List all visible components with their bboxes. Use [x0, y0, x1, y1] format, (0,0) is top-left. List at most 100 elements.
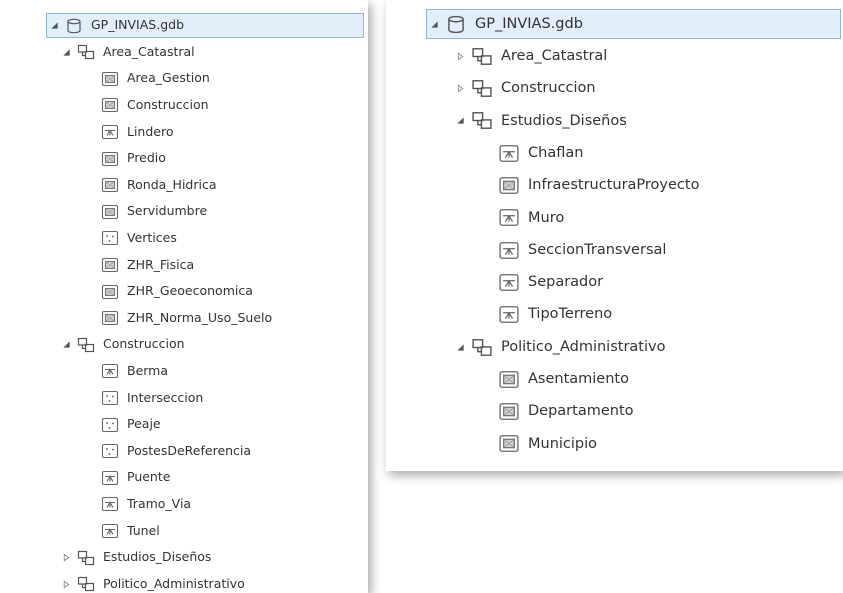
expanded-triangle-icon[interactable]	[427, 17, 441, 31]
polygon-feature-class-icon	[101, 257, 119, 273]
expanded-triangle-icon[interactable]	[47, 19, 61, 33]
feature-class-chaflan[interactable]: Chaflan	[498, 138, 583, 168]
tree-root-gp-invias-gdb[interactable]: GP_INVIAS.gdb	[426, 9, 841, 39]
tree-item-label: TipoTerreno	[528, 306, 613, 323]
expanded-triangle-icon[interactable]	[453, 340, 467, 354]
catalog-tree-panel-left: GP_INVIAS.gdb Area_Catastral Area_Gestion C…	[0, 0, 368, 593]
collapsed-triangle-icon[interactable]	[59, 551, 73, 565]
dataset-politico-administrativo[interactable]: Politico_Administrativo	[453, 332, 665, 362]
feature-class-separador[interactable]: Separador	[498, 267, 603, 297]
dataset-construccion[interactable]: Construccion	[59, 332, 185, 357]
feature-class-departamento[interactable]: Departamento	[498, 397, 634, 427]
feature-class-zhr-fisica[interactable]: ZHR_Fisica	[101, 252, 194, 277]
dataset-area-catastral[interactable]: Area_Catastral	[453, 41, 607, 71]
polygon-feature-class-icon	[101, 71, 119, 87]
line-feature-class-icon	[101, 523, 119, 539]
feature-class-infraestructuraproyecto[interactable]: InfraestructuraProyecto	[498, 171, 699, 201]
tree-item-label: Construccion	[103, 336, 185, 352]
collapsed-triangle-icon[interactable]	[453, 82, 467, 96]
feature-class-puente[interactable]: Puente	[101, 465, 170, 490]
feature-class-secciontransversal[interactable]: SeccionTransversal	[498, 235, 666, 265]
tree-item-label: Estudios_Diseños	[103, 549, 212, 565]
feature-dataset-icon	[77, 337, 95, 353]
collapsed-triangle-icon[interactable]	[453, 49, 467, 63]
polygon-feature-class-icon	[101, 204, 119, 220]
tree-item-label: Estudios_Diseños	[501, 112, 627, 129]
feature-dataset-icon	[471, 79, 493, 98]
feature-class-postesdereferencia[interactable]: PostesDeReferencia	[101, 439, 251, 464]
screenshot-stage: GP_INVIAS.gdb Area_Catastral Area_Gestion C…	[0, 0, 843, 593]
feature-class-interseccion[interactable]: Interseccion	[101, 385, 203, 410]
feature-class-servidumbre[interactable]: Servidumbre	[101, 199, 207, 224]
expanded-triangle-icon[interactable]	[453, 114, 467, 128]
feature-class-muro[interactable]: Muro	[498, 203, 564, 233]
collapsed-triangle-icon[interactable]	[59, 577, 73, 591]
point-feature-class-icon	[101, 390, 119, 406]
tree-item-label: GP_INVIAS.gdb	[91, 17, 185, 33]
point-feature-class-icon	[101, 417, 119, 433]
feature-class-lindero[interactable]: Lindero	[101, 119, 174, 144]
line-feature-class-icon	[498, 208, 520, 227]
tree-item-label: Politico_Administrativo	[103, 575, 245, 591]
feature-class-berma[interactable]: Berma	[101, 359, 168, 384]
catalog-tree-panel-right: GP_INVIAS.gdb Area_Catastral Construccion E…	[386, 0, 843, 471]
dataset-estudios-disenos[interactable]: Estudios_Diseños	[453, 106, 627, 136]
feature-class-municipio[interactable]: Municipio	[498, 429, 597, 459]
feature-dataset-icon	[471, 338, 493, 357]
tree-item-label: Puente	[127, 469, 171, 485]
dataset-construccion[interactable]: Construccion	[453, 74, 596, 104]
feature-class-zhr-norma-uso-suelo[interactable]: ZHR_Norma_Uso_Suelo	[101, 306, 272, 331]
tree-item-label: Servidumbre	[127, 203, 208, 219]
feature-dataset-icon	[471, 111, 493, 130]
tree-item-label: SeccionTransversal	[528, 241, 667, 258]
dataset-area-catastral[interactable]: Area_Catastral	[59, 40, 195, 65]
tree-item-label: Separador	[528, 274, 604, 291]
database-icon	[445, 15, 467, 34]
polygon-feature-class-icon	[101, 284, 119, 300]
polygon-feature-class-icon	[101, 310, 119, 326]
tree-item-label: Interseccion	[127, 389, 204, 405]
line-feature-class-icon	[498, 273, 520, 292]
polygon-feature-class-icon	[498, 402, 520, 421]
tree-item-label: Area_Catastral	[501, 48, 608, 65]
feature-dataset-icon	[77, 550, 95, 566]
tree-item-label: Tunel	[127, 522, 160, 538]
tree-item-label: PostesDeReferencia	[127, 442, 252, 458]
feature-class-tipoterreno[interactable]: TipoTerreno	[498, 300, 612, 330]
dataset-politico-administrativo[interactable]: Politico_Administrativo	[59, 572, 245, 593]
expanded-triangle-icon[interactable]	[59, 338, 73, 352]
line-feature-class-icon	[498, 305, 520, 324]
polygon-feature-class-icon	[498, 434, 520, 453]
feature-class-predio[interactable]: Predio	[101, 146, 166, 171]
point-feature-class-icon	[101, 443, 119, 459]
tree-item-label: Construccion	[127, 97, 209, 113]
feature-class-vertices[interactable]: Vertices	[101, 226, 177, 251]
tree-item-label: Politico_Administrativo	[501, 338, 666, 355]
feature-class-tramo-via[interactable]: Tramo_Via	[101, 492, 191, 517]
expanded-triangle-icon[interactable]	[59, 45, 73, 59]
polygon-feature-class-icon	[498, 176, 520, 195]
feature-class-construccion[interactable]: Construccion	[101, 93, 209, 118]
tree-item-label: Departamento	[528, 403, 634, 420]
feature-dataset-icon	[471, 47, 493, 66]
feature-class-tunel[interactable]: Tunel	[101, 518, 160, 543]
tree-item-label: ZHR_Norma_Uso_Suelo	[127, 309, 273, 325]
tree-item-label: ZHR_Fisica	[127, 256, 195, 272]
feature-dataset-icon	[77, 44, 95, 60]
dataset-estudios-disenos[interactable]: Estudios_Diseños	[59, 545, 211, 570]
tree-item-label: Municipio	[528, 435, 598, 452]
line-feature-class-icon	[101, 124, 119, 140]
feature-class-asentamiento[interactable]: Asentamiento	[498, 364, 629, 394]
polygon-feature-class-icon	[101, 151, 119, 167]
tree-item-label: Asentamiento	[528, 371, 629, 388]
feature-class-ronda-hidrica[interactable]: Ronda_Hidrica	[101, 173, 217, 198]
feature-class-zhr-geoeconomica[interactable]: ZHR_Geoeconomica	[101, 279, 253, 304]
database-icon	[65, 18, 83, 34]
line-feature-class-icon	[101, 496, 119, 512]
line-feature-class-icon	[101, 470, 119, 486]
feature-class-area-gestion[interactable]: Area_Gestion	[101, 66, 210, 91]
tree-item-label: Area_Gestion	[127, 70, 210, 86]
tree-item-label: InfraestructuraProyecto	[528, 177, 700, 194]
feature-class-peaje[interactable]: Peaje	[101, 412, 161, 437]
tree-root-gp-invias-gdb[interactable]: GP_INVIAS.gdb	[46, 13, 364, 38]
